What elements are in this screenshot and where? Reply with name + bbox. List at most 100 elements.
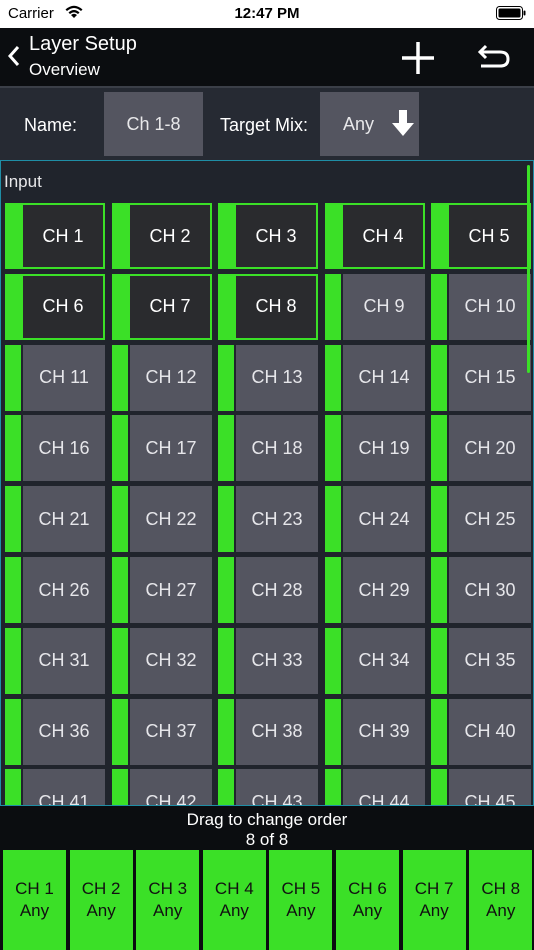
channel-color-strip — [431, 273, 447, 340]
channel-cell[interactable]: CH 3 — [218, 203, 318, 269]
channel-color-strip — [431, 557, 447, 623]
channel-cell[interactable]: CH 34 — [325, 627, 425, 694]
channel-cell[interactable]: CH 33 — [218, 627, 318, 694]
channel-cell[interactable]: CH 24 — [325, 486, 425, 553]
target-mix-label: Target Mix: — [220, 115, 309, 135]
channel-label: CH 1 — [23, 205, 103, 267]
channel-cell[interactable]: CH 40 — [431, 698, 531, 765]
layer-slot-button[interactable]: CH 2 Any — [69, 850, 133, 950]
channel-cell[interactable]: CH 11 — [5, 344, 105, 411]
channel-cell[interactable]: CH 7 — [112, 273, 212, 340]
channel-label: CH 4 — [343, 205, 423, 267]
channel-color-strip — [325, 415, 341, 482]
channel-cell[interactable]: CH 2 — [112, 203, 212, 269]
channel-cell[interactable]: CH 45 — [431, 769, 531, 805]
channel-cell[interactable]: CH 18 — [218, 415, 318, 482]
back-chevron-icon[interactable] — [6, 44, 22, 68]
layer-slot-button[interactable]: CH 3 Any — [136, 850, 200, 950]
channel-color-strip — [5, 769, 21, 805]
layer-slot-button[interactable]: CH 5 Any — [269, 850, 333, 950]
target-mix-select[interactable]: Any — [320, 92, 419, 156]
channel-color-strip — [5, 344, 21, 411]
layer-slot-channel: CH 6 — [348, 879, 387, 898]
channel-cell[interactable]: CH 37 — [112, 698, 212, 765]
channel-cell[interactable]: CH 31 — [5, 627, 105, 694]
channel-cell[interactable]: CH 38 — [218, 698, 318, 765]
channel-cell[interactable]: CH 44 — [325, 769, 425, 805]
channel-cell[interactable]: CH 28 — [218, 557, 318, 623]
channel-label: CH 36 — [23, 698, 105, 765]
scrollbar[interactable] — [527, 165, 530, 373]
channel-color-strip — [6, 204, 23, 268]
channel-cell[interactable]: CH 14 — [325, 344, 425, 411]
channel-cell[interactable]: CH 27 — [112, 557, 212, 623]
channel-cell[interactable]: CH 29 — [325, 557, 425, 623]
layer-slot-mix: Any — [219, 901, 249, 920]
channel-cell[interactable]: CH 26 — [5, 557, 105, 623]
channel-cell[interactable]: CH 19 — [325, 415, 425, 482]
layer-slot-channel: CH 1 — [15, 879, 54, 898]
channel-label: CH 10 — [449, 273, 531, 340]
channel-cell[interactable]: CH 16 — [5, 415, 105, 482]
channel-color-strip — [219, 274, 236, 339]
channel-cell[interactable]: CH 32 — [112, 627, 212, 694]
channel-label: CH 28 — [236, 557, 318, 623]
channel-label: CH 40 — [449, 698, 531, 765]
channel-cell[interactable]: CH 36 — [5, 698, 105, 765]
channel-cell[interactable]: CH 20 — [431, 415, 531, 482]
channel-cell[interactable]: CH 25 — [431, 486, 531, 553]
plus-icon[interactable] — [400, 40, 436, 76]
undo-icon[interactable] — [476, 42, 512, 72]
channel-cell[interactable]: CH 8 — [218, 273, 318, 340]
channel-cell[interactable]: CH 35 — [431, 627, 531, 694]
channel-cell[interactable]: CH 30 — [431, 557, 531, 623]
channel-cell[interactable]: CH 41 — [5, 769, 105, 805]
channel-cell[interactable]: CH 9 — [325, 273, 425, 340]
target-mix-value: Any — [343, 113, 375, 134]
channel-label: CH 3 — [236, 205, 316, 267]
channel-label: CH 22 — [130, 486, 212, 553]
page-subtitle: Overview — [29, 60, 100, 79]
channel-color-strip — [432, 204, 449, 268]
channel-cell[interactable]: CH 13 — [218, 344, 318, 411]
channel-cell[interactable]: CH 23 — [218, 486, 318, 553]
channel-cell[interactable]: CH 5 — [431, 203, 531, 269]
channel-cell[interactable]: CH 4 — [325, 203, 425, 269]
channel-label: CH 11 — [23, 344, 105, 411]
channel-label: CH 6 — [23, 275, 103, 338]
layer-slot-mix: Any — [19, 901, 50, 920]
channel-color-strip — [325, 344, 341, 411]
channel-cell[interactable]: CH 43 — [218, 769, 318, 805]
channel-label: CH 38 — [236, 698, 318, 765]
channel-cell[interactable]: CH 15 — [431, 344, 531, 411]
channel-cell[interactable]: CH 42 — [112, 769, 212, 805]
channel-cell[interactable]: CH 6 — [5, 273, 105, 340]
channel-cell[interactable]: CH 39 — [325, 698, 425, 765]
status-bar: Carrier 12:47 PM — [0, 0, 534, 28]
channel-color-strip — [325, 627, 341, 694]
channel-cell[interactable]: CH 21 — [5, 486, 105, 553]
channel-color-strip — [218, 557, 234, 623]
channel-color-strip — [5, 415, 21, 482]
layer-slot-button[interactable]: CH 1 Any — [3, 850, 66, 950]
channel-color-strip — [325, 698, 341, 765]
layer-slot-button[interactable]: CH 4 Any — [202, 850, 266, 950]
layer-slot-button[interactable]: CH 7 Any — [402, 850, 466, 950]
channel-label: CH 16 — [23, 415, 105, 482]
channel-color-strip — [325, 557, 341, 623]
channel-cell[interactable]: CH 22 — [112, 486, 212, 553]
channel-color-strip — [431, 344, 447, 411]
layer-slot-button[interactable]: CH 6 Any — [336, 850, 399, 950]
channel-cell[interactable]: CH 17 — [112, 415, 212, 482]
layer-slot-button[interactable]: CH 8 Any — [469, 850, 533, 950]
channel-cell[interactable]: CH 12 — [112, 344, 212, 411]
channel-label: CH 29 — [343, 557, 425, 623]
layer-slot-mix: Any — [419, 901, 449, 920]
channel-label: CH 9 — [343, 273, 425, 340]
layer-slot-channel: CH 8 — [481, 879, 521, 898]
channel-color-strip — [112, 627, 128, 694]
channel-color-strip — [325, 769, 341, 805]
channel-cell[interactable]: CH 1 — [5, 203, 105, 269]
name-field[interactable]: Ch 1-8 — [104, 92, 203, 156]
channel-cell[interactable]: CH 10 — [431, 273, 531, 340]
